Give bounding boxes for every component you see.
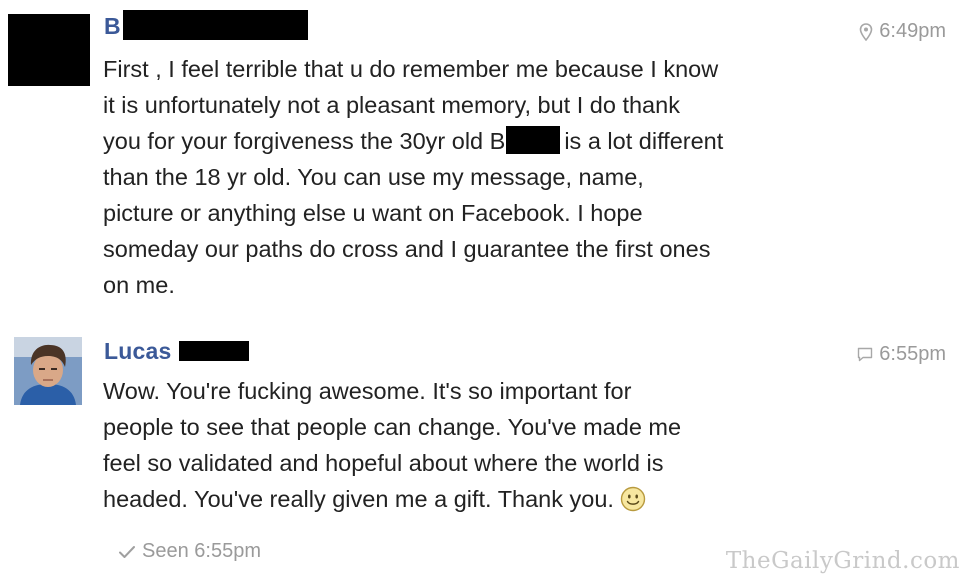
seen-text: Seen 6:55pm [142,540,261,562]
seen-indicator: Seen 6:55pm [118,540,261,563]
sender-name-text: B [104,13,121,39]
name-redaction [122,10,308,40]
message-line: people to see that people can change. Yo… [103,414,682,440]
message-line: picture or anything else u want on Faceb… [103,200,643,226]
message-time: 6:55pm [857,343,946,366]
message-body: Wow. You're fucking awesome. It's so imp… [103,373,863,517]
message-line: than the 18 yr old. You can use my messa… [103,164,644,190]
message-line: it is unfortunately not a pleasant memor… [103,92,680,118]
message-time: 6:49pm [859,20,946,43]
message-line: on me. [103,272,175,298]
location-pin-icon [859,22,873,41]
message-body: First , I feel terrible that u do rememb… [103,51,863,303]
time-text: 6:49pm [879,20,946,42]
message-line: Wow. You're fucking awesome. It's so imp… [103,378,632,404]
avatar-lucas[interactable] [14,337,82,405]
watermark: TheGailyGrind.com [725,548,960,574]
name-redaction [179,341,250,361]
profile-photo [14,337,82,405]
checkmark-icon [119,545,135,558]
sender-name[interactable]: B [104,10,308,40]
message-line-part: is a lot different [564,128,724,154]
message-line: you for your forgiveness the 30yr old B i… [103,123,863,159]
smiley-emoji-icon [620,486,646,512]
message-line: headed. You've really given me a gift. T… [103,481,863,517]
message-line-part: you for your forgiveness the 30yr old B [103,128,506,154]
sender-name-text: Lucas [104,338,172,364]
message-line: feel so validated and hopeful about wher… [103,450,664,476]
message-line: someday our paths do cross and I guarant… [103,236,711,262]
time-text: 6:55pm [879,343,946,365]
message-line: First , I feel terrible that u do rememb… [103,56,719,82]
name-redaction [506,126,561,154]
chat-bubble-icon [858,347,873,362]
sender-name[interactable]: Lucas [104,338,250,365]
message-line-part: headed. You've really given me a gift. T… [103,486,614,512]
avatar-redacted[interactable] [8,14,90,86]
